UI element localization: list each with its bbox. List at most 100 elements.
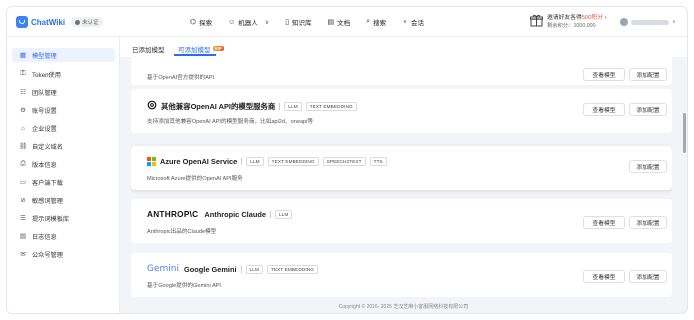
provider-description: Microsoft Azure提供的OpenAI API服务 <box>147 176 243 182</box>
nav-documents[interactable]: ▤ 文档 <box>328 17 351 27</box>
chevron-down-icon: ∨ <box>264 19 270 26</box>
nav-search[interactable]: ⌕ 搜索 <box>366 17 386 27</box>
capability-tag: LLM <box>284 101 302 111</box>
sidebar-item-label: 客户端下载 <box>32 179 63 187</box>
nav-knowledge-base[interactable]: ▯ 知识库 <box>285 17 311 27</box>
avatar <box>620 18 628 26</box>
version-icon: ⎙ <box>20 160 26 167</box>
tab-label: 可添加模型 <box>178 47 211 54</box>
add-config-button[interactable]: 添加配置 <box>629 216 667 229</box>
app-window: ChatWiki 未认证 ⌬ 探索 ☺ 机器人 ∨ ▯ 知识库 ▤ 文档 ⌕ 搜… <box>6 6 688 314</box>
model-icon: ▦ <box>19 52 27 59</box>
provider-title: Azure OpenAI Service LLM TEXT EMBEDDING … <box>147 157 387 166</box>
gift-icon <box>530 14 543 27</box>
view-models-button[interactable]: 查看模型 <box>583 216 625 229</box>
download-icon: ▭ <box>19 179 27 186</box>
tab-label: 已添加模型 <box>132 47 165 54</box>
sidebar-item-custom-domain[interactable]: ⛓ 自定义域名 <box>12 139 115 153</box>
add-config-button[interactable]: 添加配置 <box>629 103 667 116</box>
log-icon: ▤ <box>19 233 27 240</box>
verification-badge-label: 未认证 <box>82 20 99 26</box>
robot-icon: ☺ <box>228 18 236 26</box>
sidebar-item-account-settings[interactable]: ⚙ 账号设置 <box>12 103 115 117</box>
sidebar-item-label: 提示词模板库 <box>32 215 70 223</box>
sidebar-item-sensitive-words[interactable]: ⊘ 敏感词管理 <box>12 193 115 207</box>
badge-dot-icon <box>75 19 81 25</box>
invite-prefix: 邀请好友各得 <box>547 15 582 21</box>
openai-icon <box>147 100 157 112</box>
tab-available-models[interactable]: 可添加模型 VIP <box>178 44 224 54</box>
user-menu[interactable]: ∨ <box>620 18 676 26</box>
nav-robot-label: 机器人 <box>238 20 258 27</box>
provider-card-azure: Azure OpenAI Service LLM TEXT EMBEDDING … <box>131 146 672 190</box>
add-config-button[interactable]: 添加配置 <box>629 160 667 173</box>
title-separator <box>269 211 271 218</box>
sidebar-item-label: 自定义域名 <box>32 143 63 151</box>
add-config-button[interactable]: 添加配置 <box>629 68 667 81</box>
sidebar-item-prompt-templates[interactable]: ☰ 提示词模板库 <box>12 211 115 225</box>
sidebar-item-label: 公众号管理 <box>32 251 63 259</box>
nav-explore[interactable]: ⌬ 探索 <box>190 17 212 27</box>
sidebar-item-enterprise-settings[interactable]: ⌂ 企业设置 <box>12 121 115 135</box>
sidebar-item-client-download[interactable]: ▭ 客户端下载 <box>12 175 115 189</box>
sidebar-item-label: Token使用 <box>32 71 61 79</box>
scrollbar-thumb[interactable] <box>683 113 686 153</box>
provider-title-text: 其他兼容OpenAI API的模型服务商 <box>161 101 276 111</box>
view-models-button[interactable]: 查看模型 <box>583 270 625 283</box>
provider-card-anthropic: ANTHROP\C Anthropic Claude LLM Anthropic… <box>131 199 672 243</box>
anthropic-logo: ANTHROP\C <box>147 210 199 219</box>
view-models-button[interactable]: 查看模型 <box>583 103 625 116</box>
search-icon: ⌕ <box>366 18 371 25</box>
add-config-button[interactable]: 添加配置 <box>629 270 667 283</box>
sidebar-item-official-account[interactable]: ✉ 公众号管理 <box>12 247 115 261</box>
sidebar-item-token-usage[interactable]: ⚿ Token使用 <box>12 67 115 81</box>
nav-chat[interactable]: ⚬ 会话 <box>402 17 424 27</box>
provider-title: ANTHROP\C Anthropic Claude LLM <box>147 210 293 219</box>
wechat-official-icon: ✉ <box>20 251 26 258</box>
title-separator <box>241 158 243 165</box>
sidebar: ▦ 模型管理 ⚿ Token使用 ☷ 团队管理 ⚙ 账号设置 ⌂ 企业设置 ⛓ … <box>7 37 120 313</box>
gemini-logo: Gemini <box>147 264 179 274</box>
sidebar-item-logs[interactable]: ▤ 日志信息 <box>12 229 115 243</box>
app-logo[interactable]: ChatWiki 未认证 <box>16 16 103 28</box>
points-balance: 剩余积分：1000.000 <box>547 23 596 29</box>
nav-robot[interactable]: ☺ 机器人 ∨ <box>228 17 270 28</box>
top-header: ChatWiki 未认证 ⌬ 探索 ☺ 机器人 ∨ ▯ 知识库 ▤ 文档 ⌕ 搜… <box>7 7 687 37</box>
prompt-template-icon: ☰ <box>20 215 26 222</box>
capability-tag: LLM <box>245 264 263 274</box>
tab-added-models[interactable]: 已添加模型 <box>132 44 165 54</box>
token-icon: ⚿ <box>20 70 26 77</box>
nav-documents-label: 文档 <box>337 20 351 27</box>
scrollbar[interactable] <box>682 57 687 297</box>
capability-tag: SPEECH2TEXT <box>322 157 366 166</box>
provider-card-openai-compatible: 其他兼容OpenAI API的模型服务商 LLM TEXT EMBEDDING … <box>131 89 672 133</box>
enterprise-icon: ⌂ <box>21 124 25 132</box>
vip-badge: VIP <box>212 46 224 51</box>
view-models-button[interactable]: 查看模型 <box>583 68 625 81</box>
chat-icon: ⚬ <box>402 19 408 26</box>
provider-title-text: Anthropic Claude <box>204 210 266 219</box>
provider-title: 其他兼容OpenAI API的模型服务商 LLM TEXT EMBEDDING <box>147 100 357 112</box>
sidebar-item-model-management[interactable]: ▦ 模型管理 <box>12 48 115 62</box>
active-tab-indicator <box>174 54 216 56</box>
invite-banner[interactable]: 邀请好友各得500积分 › 剩余积分：1000.000 <box>530 14 607 30</box>
provider-description: 基于OpenAI官方提供的API <box>147 75 215 81</box>
document-icon: ▤ <box>327 19 335 26</box>
provider-title: Gemini Google Gemini LLM TEXT EMBEDDING <box>147 264 318 274</box>
sidebar-item-team-management[interactable]: ☷ 团队管理 <box>12 85 115 99</box>
capability-tag: TTS <box>369 157 387 166</box>
capability-tag: LLM <box>246 157 264 166</box>
sidebar-item-version-info[interactable]: ⎙ 版本信息 <box>12 157 115 171</box>
sidebar-item-label: 日志信息 <box>32 233 57 241</box>
provider-card-gemini: Gemini Google Gemini LLM TEXT EMBEDDING … <box>131 253 672 297</box>
verification-badge[interactable]: 未认证 <box>71 17 103 27</box>
nav-search-label: 搜索 <box>373 20 387 27</box>
provider-description: 支持添加其他兼容OpenAI API的模型服务商，比如api2d、oneapi等 <box>147 119 313 125</box>
provider-title-text: Azure OpenAI Service <box>160 157 238 166</box>
user-name-redacted <box>631 19 669 25</box>
capability-tag: TEXT EMBEDDING <box>305 101 357 111</box>
sensitive-words-icon: ⊘ <box>20 197 26 204</box>
microsoft-icon <box>147 157 156 166</box>
sidebar-item-label: 模型管理 <box>32 52 57 60</box>
capability-tag: TEXT EMBEDDING <box>266 264 318 274</box>
